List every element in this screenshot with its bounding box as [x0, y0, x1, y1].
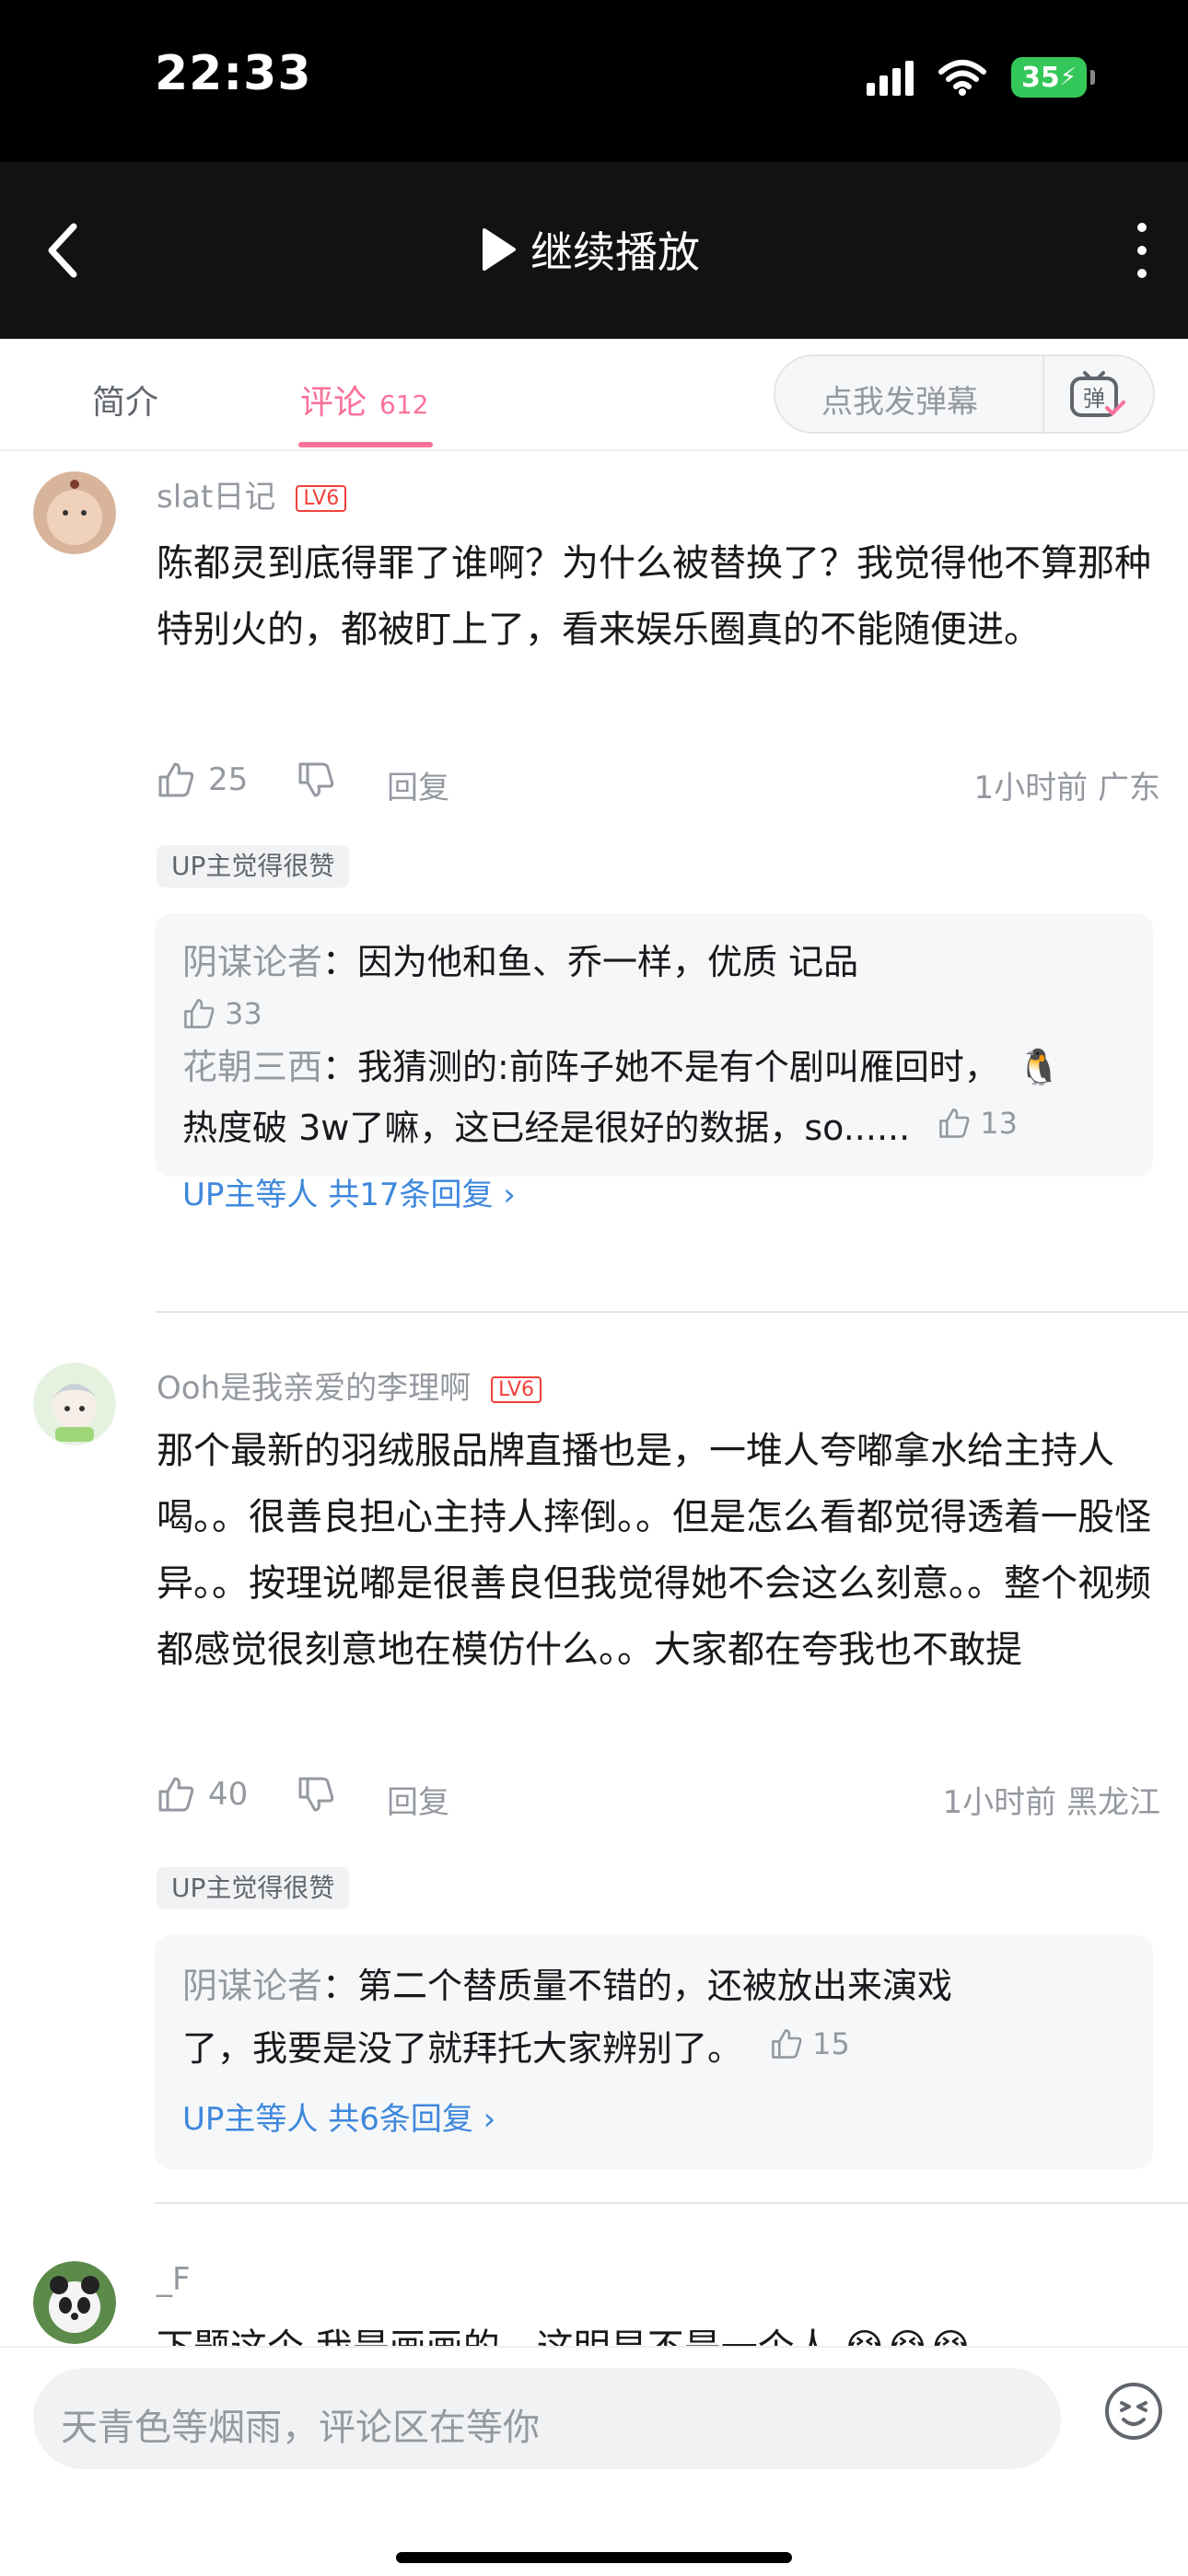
status-time: 22:33 — [155, 46, 312, 101]
thumb-down-icon[interactable] — [297, 1775, 335, 1814]
send-danmaku-label: 点我发弹幕 — [821, 384, 978, 421]
username-text: Ooh是我亲爱的李理啊 — [157, 1370, 472, 1407]
reply-username[interactable]: 阴谋论者 — [182, 942, 322, 982]
home-indicator[interactable] — [396, 2552, 792, 2563]
reply-username[interactable]: 花朝三西 — [182, 1047, 322, 1087]
username-text: slat日记 — [157, 479, 276, 516]
reply-text-cont: 了，我要是没了就拜托大家辨别了。 — [182, 2028, 743, 2069]
avatar[interactable] — [33, 1363, 116, 1445]
emoji-icon[interactable] — [1103, 2381, 1164, 2442]
status-icons: 35 ⚡ — [867, 57, 1095, 98]
thumb-up-icon — [158, 1777, 194, 1812]
send-danmaku-button[interactable]: 点我发弹幕 弹 — [774, 354, 1155, 434]
reply-item[interactable]: 阴谋论者：因为他和鱼、乔一样，优质 记品 — [182, 934, 858, 984]
continue-play-label: 继续播放 — [530, 227, 700, 277]
comment-separator — [155, 2202, 1188, 2204]
comment-separator — [155, 1311, 1188, 1313]
reply-text: 我猜测的:前阵子她不是有个剧叫雁回时， — [357, 1047, 999, 1087]
reply-button[interactable]: 回复 — [387, 1777, 449, 1822]
more-vertical-icon[interactable] — [1124, 217, 1160, 284]
tab-bar: 简介 评论 612 点我发弹幕 弹 — [0, 339, 1188, 451]
like-count: 25 — [208, 761, 249, 798]
comment-text: 那个最新的羽绒服品牌直播也是，一堆人夸嘟拿水给主持人喝。。很善良担心主持人摔倒。… — [157, 1430, 1151, 1671]
reply-item-cont: 了，我要是没了就拜托大家辨别了。 15 — [182, 2020, 850, 2071]
thumb-down-icon[interactable] — [297, 760, 335, 799]
user-level-badge: LV6 — [296, 485, 347, 512]
reply-like-count: 33 — [225, 996, 262, 1031]
penguin-emoji-icon: 🐧 — [1017, 1047, 1062, 1087]
reply-button[interactable]: 回复 — [387, 762, 449, 807]
reply-like-count: 13 — [980, 1106, 1019, 1141]
active-tab-indicator — [298, 442, 433, 447]
danmaku-toggle-icon[interactable]: 弹 — [1068, 369, 1125, 421]
tab-comments[interactable]: 评论 612 — [300, 376, 428, 424]
like-button[interactable]: 25 — [157, 760, 248, 799]
reply-like-count: 15 — [812, 2026, 850, 2061]
wifi-icon — [938, 60, 986, 96]
comment-input-placeholder: 天青色等烟雨，评论区在等你 — [61, 2407, 540, 2449]
reply-text: 第二个替质量不错的，还被放出来演戏 — [357, 1966, 953, 2006]
thumb-up-icon — [184, 999, 215, 1028]
reply-colon: ： — [322, 1966, 358, 2006]
thumb-up-icon — [158, 762, 194, 797]
replies-box[interactable]: 阴谋论者：因为他和鱼、乔一样，优质 记品 33 花朝三西：我猜测的:前阵子她不是… — [155, 913, 1153, 1213]
reply-text-cont: 热度破 3w了嘛，这已经是很好的数据，so...... — [182, 1108, 911, 1148]
comment-text: 陈都灵到底得罪了谁啊？为什么被替换了？我觉得他不算那种特别火的，都被盯上了，看来… — [157, 542, 1151, 651]
battery-level: 35 — [1020, 61, 1060, 94]
status-bar: 22:33 35 ⚡ — [0, 0, 1188, 162]
username[interactable]: slat日记 LV6 — [157, 471, 347, 516]
user-level-badge: LV6 — [491, 1376, 542, 1403]
reply-item[interactable]: 阴谋论者：第二个替质量不错的，还被放出来演戏 — [182, 1957, 952, 2008]
comment-input[interactable]: 天青色等烟雨，评论区在等你 — [33, 2368, 1061, 2469]
cellular-signal-icon — [867, 59, 914, 96]
continue-play-button[interactable]: 继续播放 — [479, 219, 700, 280]
username[interactable]: _F — [157, 2261, 191, 2298]
up-liked-badge: UP主觉得很赞 — [157, 845, 350, 888]
like-button[interactable]: 40 — [157, 1775, 248, 1814]
tab-intro[interactable]: 简介 — [92, 376, 158, 424]
view-more-replies-link[interactable]: UP主等人 共17条回复 › — [182, 1169, 516, 1214]
play-icon — [483, 228, 516, 271]
back-arrow-icon[interactable] — [37, 217, 92, 284]
comment-meta: 1小时前 广东 — [973, 770, 1160, 806]
view-more-replies-link[interactable]: UP主等人 共6条回复 › — [182, 2094, 495, 2139]
danmaku-icon-char: 弹 — [1083, 386, 1105, 412]
video-nav-bar: 继续播放 — [0, 162, 1188, 339]
replies-box[interactable]: 阴谋论者：第二个替质量不错的，还被放出来演戏 了，我要是没了就拜托大家辨别了。 … — [155, 1935, 1153, 2169]
up-liked-badge: UP主觉得很赞 — [157, 1867, 350, 1909]
reply-item-cont: 热度破 3w了嘛，这已经是很好的数据，so...... 13 — [182, 1099, 1018, 1150]
like-count: 40 — [208, 1776, 249, 1813]
comment-actions: 25 回复 1小时前 广东 — [157, 755, 1160, 810]
username[interactable]: Ooh是我亲爱的李理啊 LV6 — [157, 1363, 542, 1408]
danmaku-divider — [1042, 356, 1044, 432]
reply-text: 因为他和鱼、乔一样，优质 记品 — [357, 942, 859, 982]
reply-colon: ： — [322, 1047, 358, 1087]
reply-like[interactable]: 33 — [182, 996, 262, 1039]
reply-item[interactable]: 花朝三西：我猜测的:前阵子她不是有个剧叫雁回时， 🐧 — [182, 1039, 1061, 1089]
comment-actions: 40 回复 1小时前 黑龙江 — [157, 1770, 1160, 1825]
avatar[interactable] — [33, 471, 116, 554]
battery-icon: 35 ⚡ — [1011, 57, 1095, 98]
tab-comments-label: 评论 — [300, 384, 367, 422]
comment-input-bar: 天青色等烟雨，评论区在等你 — [0, 2346, 1188, 2576]
reply-colon: ： — [322, 942, 358, 982]
avatar[interactable] — [33, 2261, 116, 2344]
charging-bolt-icon: ⚡ — [1059, 64, 1077, 91]
thumb-up-icon — [772, 2029, 802, 2059]
comment-meta: 1小时前 黑龙江 — [942, 1784, 1160, 1821]
thumb-up-icon — [939, 1108, 970, 1138]
reply-username[interactable]: 阴谋论者 — [182, 1966, 322, 2006]
comment-count: 612 — [379, 389, 429, 420]
